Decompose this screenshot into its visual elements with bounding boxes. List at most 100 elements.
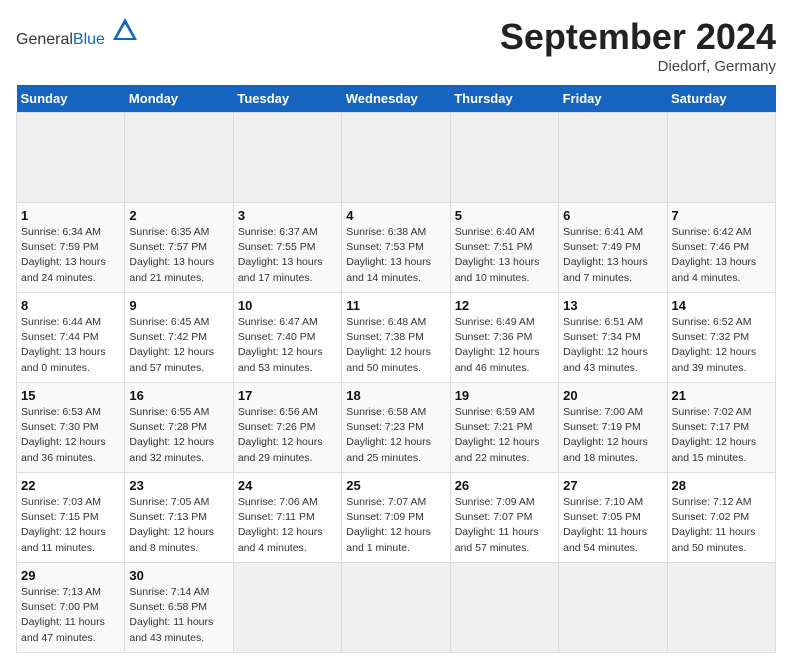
day-number: 19 — [455, 388, 554, 403]
calendar-cell: 30 Sunrise: 7:14 AMSunset: 6:58 PMDayligh… — [125, 563, 233, 653]
calendar-cell: 1Sunrise: 6:34 AMSunset: 7:59 PMDaylight… — [17, 203, 125, 293]
day-detail: Sunrise: 6:35 AMSunset: 7:57 PMDaylight:… — [129, 225, 228, 286]
calendar-cell: 22 Sunrise: 7:03 AMSunset: 7:15 PMDayligh… — [17, 473, 125, 563]
day-number: 5 — [455, 208, 554, 223]
weekday-header-saturday: Saturday — [667, 85, 775, 113]
calendar-cell: 10 Sunrise: 6:47 AMSunset: 7:40 PMDayligh… — [233, 293, 341, 383]
weekday-header-tuesday: Tuesday — [233, 85, 341, 113]
calendar-cell — [342, 113, 450, 203]
calendar-cell: 2 Sunrise: 6:35 AMSunset: 7:57 PMDaylight… — [125, 203, 233, 293]
calendar-week-row: 1Sunrise: 6:34 AMSunset: 7:59 PMDaylight… — [17, 203, 776, 293]
day-number: 11 — [346, 298, 445, 313]
day-detail: Sunrise: 6:53 AMSunset: 7:30 PMDaylight:… — [21, 405, 120, 466]
day-detail: Sunrise: 6:49 AMSunset: 7:36 PMDaylight:… — [455, 315, 554, 376]
calendar-cell: 29 Sunrise: 7:13 AMSunset: 7:00 PMDayligh… — [17, 563, 125, 653]
day-number: 10 — [238, 298, 337, 313]
day-number: 23 — [129, 478, 228, 493]
calendar-cell — [233, 563, 341, 653]
day-number: 13 — [563, 298, 662, 313]
logo-general-text: General — [16, 31, 73, 48]
day-number: 16 — [129, 388, 228, 403]
calendar-cell: 27 Sunrise: 7:10 AMSunset: 7:05 PMDayligh… — [559, 473, 667, 563]
day-number: 21 — [672, 388, 771, 403]
calendar-week-row: 8Sunrise: 6:44 AMSunset: 7:44 PMDaylight… — [17, 293, 776, 383]
day-detail: Sunrise: 7:12 AMSunset: 7:02 PMDaylight:… — [672, 495, 771, 556]
day-number: 30 — [129, 568, 228, 583]
calendar-week-row: 15 Sunrise: 6:53 AMSunset: 7:30 PMDayligh… — [17, 383, 776, 473]
day-number: 29 — [21, 568, 120, 583]
day-number: 2 — [129, 208, 228, 223]
location: Diedorf, Germany — [500, 58, 776, 75]
calendar-cell: 23 Sunrise: 7:05 AMSunset: 7:13 PMDayligh… — [125, 473, 233, 563]
day-detail: Sunrise: 6:55 AMSunset: 7:28 PMDaylight:… — [129, 405, 228, 466]
day-detail: Sunrise: 6:56 AMSunset: 7:26 PMDaylight:… — [238, 405, 337, 466]
calendar-cell — [233, 113, 341, 203]
title-block: September 2024 Diedorf, Germany — [500, 16, 776, 75]
calendar-cell: 12 Sunrise: 6:49 AMSunset: 7:36 PMDayligh… — [450, 293, 558, 383]
calendar-cell: 25Sunrise: 7:07 AMSunset: 7:09 PMDayligh… — [342, 473, 450, 563]
calendar-cell: 20Sunrise: 7:00 AMSunset: 7:19 PMDayligh… — [559, 383, 667, 473]
calendar-cell: 5 Sunrise: 6:40 AMSunset: 7:51 PMDaylight… — [450, 203, 558, 293]
calendar-cell — [559, 113, 667, 203]
day-number: 27 — [563, 478, 662, 493]
day-number: 15 — [21, 388, 120, 403]
day-detail: Sunrise: 6:51 AMSunset: 7:34 PMDaylight:… — [563, 315, 662, 376]
day-detail: Sunrise: 6:44 AMSunset: 7:44 PMDaylight:… — [21, 315, 120, 376]
day-number: 26 — [455, 478, 554, 493]
calendar-header: SundayMondayTuesdayWednesdayThursdayFrid… — [17, 85, 776, 113]
calendar-cell: 14 Sunrise: 6:52 AMSunset: 7:32 PMDayligh… — [667, 293, 775, 383]
day-detail: Sunrise: 7:03 AMSunset: 7:15 PMDaylight:… — [21, 495, 120, 556]
calendar-cell: 13 Sunrise: 6:51 AMSunset: 7:34 PMDayligh… — [559, 293, 667, 383]
calendar-cell — [450, 113, 558, 203]
calendar-cell — [17, 113, 125, 203]
calendar-cell: 9Sunrise: 6:45 AMSunset: 7:42 PMDaylight… — [125, 293, 233, 383]
day-detail: Sunrise: 6:47 AMSunset: 7:40 PMDaylight:… — [238, 315, 337, 376]
day-detail: Sunrise: 7:05 AMSunset: 7:13 PMDaylight:… — [129, 495, 228, 556]
day-detail: Sunrise: 7:14 AMSunset: 6:58 PMDaylight:… — [129, 585, 228, 646]
day-detail: Sunrise: 6:52 AMSunset: 7:32 PMDaylight:… — [672, 315, 771, 376]
day-number: 6 — [563, 208, 662, 223]
day-detail: Sunrise: 7:09 AMSunset: 7:07 PMDaylight:… — [455, 495, 554, 556]
calendar-week-row: 22 Sunrise: 7:03 AMSunset: 7:15 PMDayligh… — [17, 473, 776, 563]
day-detail: Sunrise: 6:37 AMSunset: 7:55 PMDaylight:… — [238, 225, 337, 286]
day-number: 18 — [346, 388, 445, 403]
day-number: 17 — [238, 388, 337, 403]
day-detail: Sunrise: 6:42 AMSunset: 7:46 PMDaylight:… — [672, 225, 771, 286]
weekday-header-wednesday: Wednesday — [342, 85, 450, 113]
logo-icon — [111, 16, 139, 44]
calendar-cell: 3 Sunrise: 6:37 AMSunset: 7:55 PMDaylight… — [233, 203, 341, 293]
calendar-cell: 7 Sunrise: 6:42 AMSunset: 7:46 PMDaylight… — [667, 203, 775, 293]
day-detail: Sunrise: 6:59 AMSunset: 7:21 PMDaylight:… — [455, 405, 554, 466]
calendar-cell: 16 Sunrise: 6:55 AMSunset: 7:28 PMDayligh… — [125, 383, 233, 473]
day-detail: Sunrise: 6:48 AMSunset: 7:38 PMDaylight:… — [346, 315, 445, 376]
logo: GeneralBlue — [16, 16, 139, 49]
day-number: 12 — [455, 298, 554, 313]
calendar-cell: 18Sunrise: 6:58 AMSunset: 7:23 PMDayligh… — [342, 383, 450, 473]
day-number: 3 — [238, 208, 337, 223]
weekday-header-thursday: Thursday — [450, 85, 558, 113]
calendar-cell: 24Sunrise: 7:06 AMSunset: 7:11 PMDayligh… — [233, 473, 341, 563]
calendar-cell: 17 Sunrise: 6:56 AMSunset: 7:26 PMDayligh… — [233, 383, 341, 473]
day-detail: Sunrise: 7:13 AMSunset: 7:00 PMDaylight:… — [21, 585, 120, 646]
day-number: 7 — [672, 208, 771, 223]
day-detail: Sunrise: 6:40 AMSunset: 7:51 PMDaylight:… — [455, 225, 554, 286]
day-number: 14 — [672, 298, 771, 313]
calendar-cell: 8Sunrise: 6:44 AMSunset: 7:44 PMDaylight… — [17, 293, 125, 383]
day-detail: Sunrise: 7:10 AMSunset: 7:05 PMDaylight:… — [563, 495, 662, 556]
day-detail: Sunrise: 7:06 AMSunset: 7:11 PMDaylight:… — [238, 495, 337, 556]
month-title: September 2024 — [500, 16, 776, 58]
calendar-table: SundayMondayTuesdayWednesdayThursdayFrid… — [16, 85, 776, 653]
day-number: 1 — [21, 208, 120, 223]
calendar-cell: 28Sunrise: 7:12 AMSunset: 7:02 PMDayligh… — [667, 473, 775, 563]
calendar-cell — [667, 563, 775, 653]
calendar-cell — [559, 563, 667, 653]
calendar-cell: 21Sunrise: 7:02 AMSunset: 7:17 PMDayligh… — [667, 383, 775, 473]
calendar-week-row — [17, 113, 776, 203]
calendar-week-row: 29 Sunrise: 7:13 AMSunset: 7:00 PMDayligh… — [17, 563, 776, 653]
day-number: 22 — [21, 478, 120, 493]
calendar-cell — [125, 113, 233, 203]
calendar-cell: 6Sunrise: 6:41 AMSunset: 7:49 PMDaylight… — [559, 203, 667, 293]
day-detail: Sunrise: 7:00 AMSunset: 7:19 PMDaylight:… — [563, 405, 662, 466]
day-detail: Sunrise: 6:45 AMSunset: 7:42 PMDaylight:… — [129, 315, 228, 376]
weekday-header-monday: Monday — [125, 85, 233, 113]
